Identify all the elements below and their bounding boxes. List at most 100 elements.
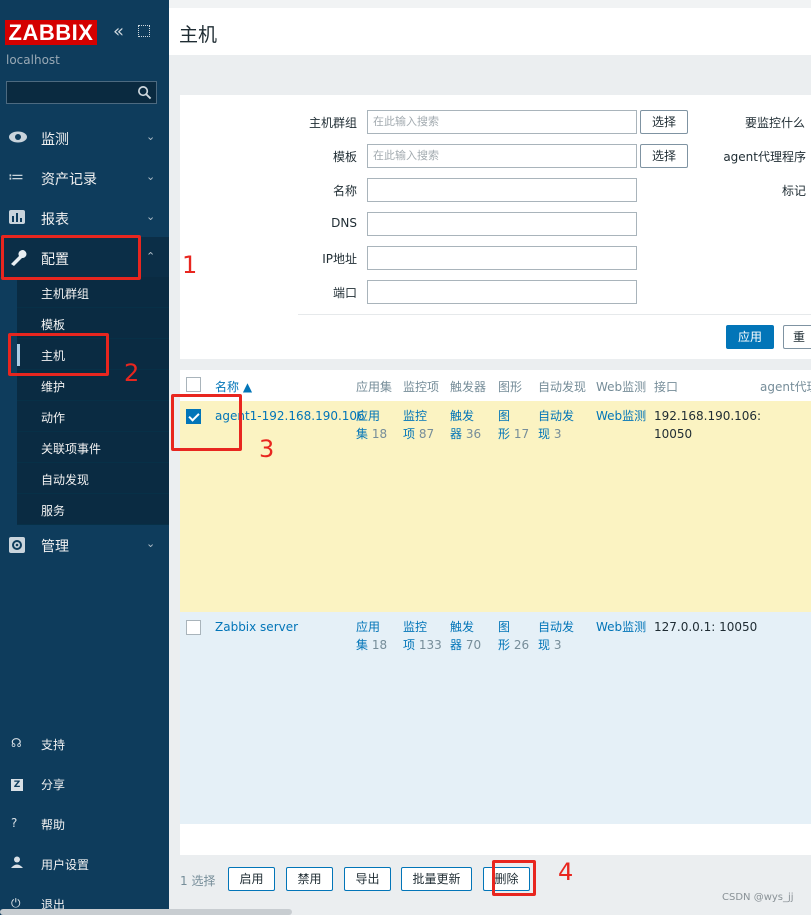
apply-button[interactable]: 应用 — [726, 325, 774, 349]
column-items: 监控项 — [403, 380, 440, 394]
watermark: CSDN @wys_jj — [722, 892, 794, 903]
applications-link[interactable]: 应用集 18 — [356, 407, 387, 443]
interface-cell: 127.0.0.1: 10050 — [654, 620, 758, 634]
submenu-host-groups[interactable]: 主机群组 — [17, 277, 169, 308]
triggers-link[interactable]: 触发器 70 — [450, 618, 481, 654]
sidebar-search-input[interactable] — [6, 81, 157, 104]
column-proxy: agent代理 — [760, 380, 811, 394]
menu-administration[interactable]: 管理 ⌄ — [0, 524, 169, 564]
menu-label: 报表 — [41, 212, 69, 228]
annotation-number: 1 — [182, 251, 198, 279]
annotation-box-configuration — [1, 235, 141, 280]
kiosk-mode-icon[interactable] — [138, 25, 150, 37]
table-row: agent1-192.168.190.106 应用集 18 监控项 87 触发器… — [180, 401, 811, 612]
name-label: 名称 — [332, 184, 357, 198]
headset-icon: ☊ — [11, 736, 22, 750]
dns-label: DNS — [331, 216, 357, 230]
chevron-down-icon: ⌄ — [146, 537, 156, 550]
chart-icon — [8, 209, 28, 225]
triggers-link[interactable]: 触发器 36 — [450, 407, 481, 443]
name-input[interactable] — [367, 178, 637, 202]
page-header: 主机 — [169, 8, 811, 55]
host-group-select-button[interactable]: 选择 — [640, 110, 688, 134]
host-group-input[interactable]: 在此输入搜索 — [367, 110, 637, 134]
menu-inventory[interactable]: ≔ 资产记录 ⌄ — [0, 157, 169, 197]
submenu-services[interactable]: 服务 — [17, 494, 169, 525]
menu-monitoring[interactable]: 监测 ⌄ — [0, 117, 169, 157]
column-web: Web监测 — [596, 380, 647, 394]
proxy-label: agent代理程序 — [723, 150, 806, 164]
export-button[interactable]: 导出 — [344, 867, 391, 891]
annotation-number: 3 — [259, 435, 275, 463]
collapse-sidebar-icon[interactable]: « — [113, 20, 124, 44]
annotation-number: 2 — [124, 359, 140, 387]
column-applications: 应用集 — [356, 380, 393, 394]
submenu-label: 服务 — [41, 504, 66, 518]
selected-count: 1 选择 — [180, 874, 216, 888]
filter-divider — [298, 314, 811, 315]
dns-input[interactable] — [367, 212, 637, 236]
select-all-checkbox[interactable] — [186, 377, 201, 392]
submenu-label: 关联项事件 — [41, 442, 102, 456]
graphs-link[interactable]: 图形 26 — [498, 618, 529, 654]
host-name-link[interactable]: Zabbix server — [215, 618, 298, 636]
share-link[interactable]: Z 分享 — [0, 769, 169, 799]
ip-input[interactable] — [367, 246, 637, 270]
filter-panel: 主机群组 在此输入搜索 选择 要监控什么 模板 在此输入搜索 选择 agent代… — [180, 95, 811, 359]
column-triggers: 触发器 — [450, 380, 487, 394]
column-interface: 接口 — [654, 380, 679, 394]
discovery-link[interactable]: 自动发现 3 — [538, 407, 574, 443]
reset-button[interactable]: 重 — [783, 325, 811, 349]
menu-label: 资产记录 — [41, 172, 97, 188]
gear-icon — [8, 536, 28, 553]
web-link[interactable]: Web监测 — [596, 618, 646, 636]
template-select-button[interactable]: 选择 — [640, 144, 688, 168]
discovery-link[interactable]: 自动发现 3 — [538, 618, 574, 654]
column-name[interactable]: 名称 ▲ — [215, 378, 252, 395]
row-checkbox[interactable] — [186, 620, 201, 635]
column-discovery: 自动发现 — [538, 380, 587, 394]
template-input[interactable]: 在此输入搜索 — [367, 144, 637, 168]
enable-button[interactable]: 启用 — [228, 867, 275, 891]
zabbix-logo[interactable]: ZABBIX — [5, 20, 97, 45]
support-link[interactable]: ☊ 支持 — [0, 729, 169, 759]
hosts-table: 名称 ▲ 应用集 监控项 触发器 图形 自动发现 Web监测 接口 agent代… — [180, 370, 811, 855]
chevron-down-icon: ⌄ — [146, 210, 156, 223]
help-label: 帮助 — [41, 818, 66, 832]
port-label: 端口 — [332, 286, 357, 300]
help-link[interactable]: ? 帮助 — [0, 809, 169, 839]
annotation-box-delete — [492, 860, 536, 896]
submenu-label: 自动发现 — [41, 473, 90, 487]
submenu-label: 维护 — [41, 380, 66, 394]
graphs-link[interactable]: 图形 17 — [498, 407, 529, 443]
page-title: 主机 — [179, 24, 218, 46]
template-label: 模板 — [332, 150, 357, 164]
submenu-actions[interactable]: 动作 — [17, 401, 169, 432]
interface-cell: 192.168.190.106: 10050 — [654, 409, 762, 441]
chevron-up-icon: ⌃ — [146, 250, 156, 263]
tags-label: 标记 — [781, 184, 806, 198]
port-input[interactable] — [367, 280, 637, 304]
disable-button[interactable]: 禁用 — [286, 867, 333, 891]
user-settings-label: 用户设置 — [41, 858, 90, 872]
items-link[interactable]: 监控项 87 — [403, 407, 434, 443]
submenu-label: 动作 — [41, 411, 66, 425]
eye-icon — [8, 129, 28, 145]
submenu-event-correlation[interactable]: 关联项事件 — [17, 432, 169, 463]
web-link[interactable]: Web监测 — [596, 407, 646, 425]
user-settings-link[interactable]: 用户设置 — [0, 849, 169, 879]
submenu-label: 模板 — [41, 318, 66, 332]
horizontal-scrollbar[interactable] — [0, 909, 292, 915]
share-label: 分享 — [41, 778, 66, 792]
menu-label: 监测 — [41, 132, 69, 148]
ip-label: IP地址 — [322, 252, 357, 266]
mass-update-button[interactable]: 批量更新 — [401, 867, 472, 891]
search-icon[interactable] — [137, 85, 152, 100]
help-icon: ? — [11, 816, 18, 830]
menu-reports[interactable]: 报表 ⌄ — [0, 197, 169, 237]
items-link[interactable]: 监控项 133 — [403, 618, 442, 654]
host-group-label: 主机群组 — [308, 116, 357, 130]
menu-label: 管理 — [41, 539, 69, 555]
applications-link[interactable]: 应用集 18 — [356, 618, 387, 654]
submenu-discovery[interactable]: 自动发现 — [17, 463, 169, 494]
